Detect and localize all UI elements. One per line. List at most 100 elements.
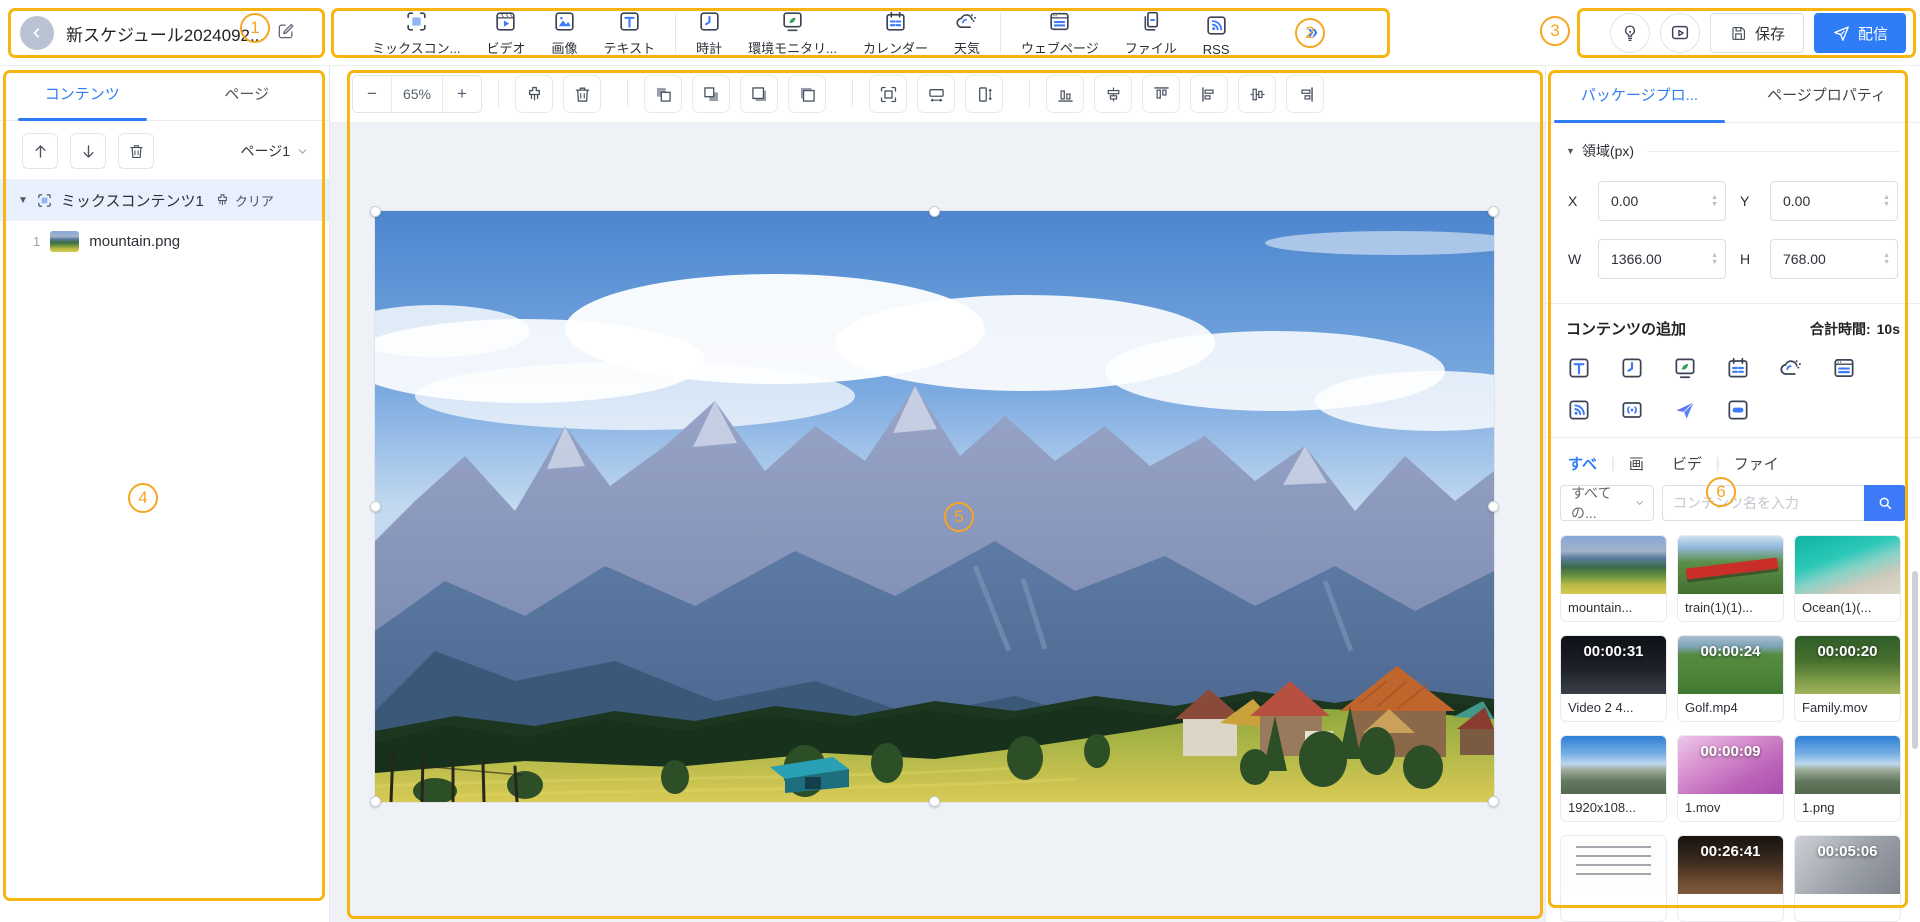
filter-tab-files[interactable]: ファイ (1734, 453, 1779, 474)
toolbar-item-file[interactable]: ファイル (1125, 9, 1177, 57)
send-backward-button[interactable] (692, 75, 730, 113)
media-card-long-video[interactable]: 00:26:41 (1677, 835, 1784, 922)
y-input[interactable]: 0.00▲▼ (1770, 181, 1898, 221)
media-card-1920x1080[interactable]: 1920x108... (1560, 735, 1667, 822)
spinner-arrows[interactable]: ▲▼ (1711, 240, 1718, 278)
search-button[interactable] (1864, 485, 1906, 521)
resize-handle-nw[interactable] (370, 206, 381, 217)
add-airdrop-button paper-plane-color-icon[interactable] (1672, 397, 1698, 423)
tab-package-properties[interactable]: パッケージプロ... (1546, 66, 1733, 122)
resize-handle-n[interactable] (929, 206, 940, 217)
x-input[interactable]: 0.00▲▼ (1598, 181, 1726, 221)
zoom-out-button[interactable]: − (353, 76, 391, 112)
tab-pages[interactable]: ページ (165, 66, 330, 120)
add-calendar-button calendar-icon[interactable] (1725, 355, 1751, 381)
media-name: 1920x108... (1561, 794, 1666, 821)
align-bottom-button[interactable] (1046, 75, 1084, 113)
canvas-viewport[interactable] (330, 123, 1545, 922)
resize-handle-w[interactable] (370, 501, 381, 512)
toolbar-item-calendar[interactable]: カレンダー (863, 9, 928, 57)
clean-canvas-button[interactable] (515, 75, 553, 113)
align-left-button[interactable] (1190, 75, 1228, 113)
toolbar-item-environment-monitor[interactable]: 環境モニタリ... (748, 9, 837, 57)
align-center-vertical-button[interactable] (1238, 75, 1276, 113)
preview-button[interactable] (1660, 13, 1700, 53)
tips-button[interactable] (1610, 13, 1650, 53)
type-filter-dropdown[interactable]: すべての... (1560, 485, 1654, 521)
bring-to-front-button[interactable] (740, 75, 778, 113)
spinner-arrows[interactable]: ▲▼ (1883, 240, 1890, 278)
section-collapse-icon[interactable]: ▼ (1566, 146, 1575, 156)
move-up-button[interactable] (22, 133, 58, 169)
publish-button[interactable]: 配信 (1814, 13, 1906, 53)
spinner-arrows[interactable]: ▲▼ (1883, 182, 1890, 220)
zoom-in-button[interactable]: + (443, 76, 481, 112)
media-card-1png[interactable]: 1.png (1794, 735, 1901, 822)
filter-tab-all[interactable]: すべ (1568, 453, 1597, 474)
page-selector-value: ページ1 (240, 141, 290, 161)
width-input[interactable]: 1366.00▲▼ (1598, 239, 1726, 279)
resize-handle-se[interactable] (1488, 796, 1499, 807)
page-selector[interactable]: ページ1 (240, 141, 309, 161)
resize-handle-ne[interactable] (1488, 206, 1499, 217)
media-card-ocean[interactable]: Ocean(1)(... (1794, 535, 1901, 622)
tree-expander-icon[interactable]: ▼ (18, 195, 28, 206)
resize-handle-sw[interactable] (370, 796, 381, 807)
tree-item-mountain[interactable]: 1 mountain.png (0, 221, 329, 261)
add-clock-button clock-icon[interactable] (1619, 355, 1645, 381)
move-down-button[interactable] (70, 133, 106, 169)
toolbar-item-rss[interactable]: RSS (1203, 13, 1230, 57)
delete-widget-button[interactable] (563, 75, 601, 113)
filter-tab-videos[interactable]: ビデ (1672, 453, 1702, 474)
add-webpage-button webpage-icon[interactable] (1831, 355, 1857, 381)
add-rss-button rss-icon[interactable] (1566, 397, 1592, 423)
spinner-arrows[interactable]: ▲▼ (1711, 182, 1718, 220)
height-input[interactable]: 768.00▲▼ (1770, 239, 1898, 279)
media-card-mountain[interactable]: mountain... (1560, 535, 1667, 622)
add-environment-monitor-button environment-monitor-icon[interactable] (1672, 355, 1698, 381)
tab-contents[interactable]: コンテンツ (0, 66, 165, 120)
toolbar-expand-button[interactable]: » (1308, 22, 1317, 44)
toolbar-item-text[interactable]: テキスト (603, 9, 655, 57)
delete-button[interactable] (118, 133, 154, 169)
add-text-button text-icon[interactable] (1566, 355, 1592, 381)
panel-scrollbar[interactable] (1912, 571, 1918, 749)
tab-page-properties[interactable]: ページプロパティ (1733, 66, 1920, 122)
add-streaming-button streaming-icon[interactable] (1619, 397, 1645, 423)
align-top-button[interactable] (1142, 75, 1180, 113)
filter-tab-images[interactable]: 画 (1629, 453, 1644, 474)
media-card-golf[interactable]: 00:00:24 Golf.mp4 (1677, 635, 1784, 722)
media-card-train[interactable]: train(1)(1)... (1677, 535, 1784, 622)
media-card-iphone-video[interactable]: 00:05:06 (1794, 835, 1901, 922)
fit-screen-icon (878, 84, 899, 105)
toolbar-item-weather[interactable]: 天気 (954, 9, 980, 57)
media-card-1mov[interactable]: 00:00:09 1.mov (1677, 735, 1784, 822)
align-center-horizontal-button[interactable] (1094, 75, 1132, 113)
content-search-input[interactable] (1662, 485, 1864, 521)
send-to-back-button[interactable] (788, 75, 826, 113)
add-marquee-button marquee-icon[interactable] (1725, 397, 1751, 423)
resize-handle-e[interactable] (1488, 501, 1499, 512)
rename-button[interactable] (276, 21, 296, 46)
fill-width-button[interactable] (917, 75, 955, 113)
back-button[interactable] (20, 16, 54, 50)
bring-forward-button[interactable] (644, 75, 682, 113)
media-card-video2[interactable]: 00:00:31 Video 2 4... (1560, 635, 1667, 722)
media-card-family[interactable]: 00:00:20 Family.mov (1794, 635, 1901, 722)
fill-screen-button[interactable] (869, 75, 907, 113)
align-right-button[interactable] (1286, 75, 1324, 113)
clear-content-button[interactable]: クリア (214, 191, 274, 210)
save-button[interactable]: 保存 (1710, 13, 1804, 53)
media-card-document[interactable] (1560, 835, 1667, 922)
resize-handle-s[interactable] (929, 796, 940, 807)
toolbar-item-webpage[interactable]: ウェブページ (1021, 9, 1099, 57)
toolbar-item-clock[interactable]: 時計 (696, 9, 722, 57)
toolbar-item-video[interactable]: ビデオ (486, 9, 525, 57)
add-weather-button weather-icon[interactable] (1778, 355, 1804, 381)
toolbar-item-image[interactable]: 画像 (551, 9, 577, 57)
mountain-image-widget[interactable] (375, 211, 1494, 802)
tree-node-mixed-content[interactable]: ▼ ミックスコンテンツ1 クリア (0, 179, 329, 221)
toolbar-separator (852, 81, 853, 107)
fill-height-button[interactable] (965, 75, 1003, 113)
toolbar-item-mixed-content[interactable]: ミックスコン... (372, 9, 460, 57)
